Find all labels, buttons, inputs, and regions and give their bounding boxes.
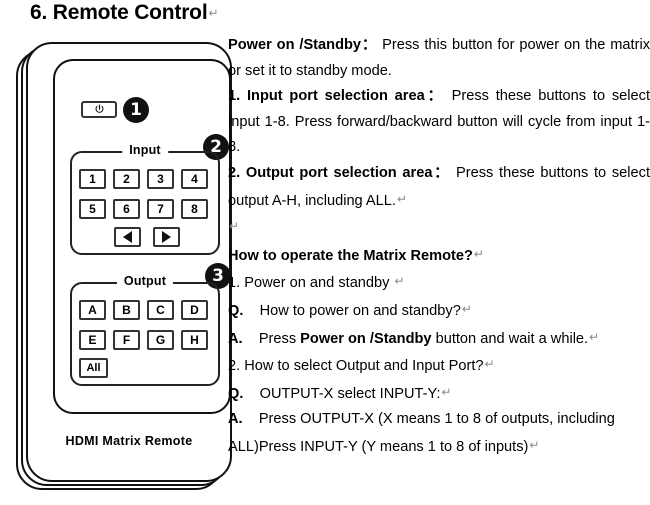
input-key-4[interactable]: 4 [181, 169, 208, 189]
paragraph-mark: ↵ [396, 191, 408, 206]
instruction-power-on: Power on /Standby： Press this button for… [228, 33, 650, 84]
paragraph-mark: ↵ [394, 274, 405, 289]
page-title: 6. Remote Control↵ [30, 1, 219, 25]
faq-2-answer: A. Press OUTPUT-X (X means 1 to 8 of out… [228, 407, 650, 460]
blank-paragraph: ↵ [228, 214, 650, 242]
faq-1-topic: 1. Power on and standby ↵ [228, 269, 650, 297]
paragraph-mark: ↵ [484, 357, 495, 372]
output-key-row-2: E F G H [79, 330, 208, 350]
faq-1-answer-pre: Press [258, 330, 301, 347]
output-key-h[interactable]: H [181, 330, 208, 350]
power-standby-button[interactable] [81, 101, 117, 118]
faq-1-answer-post: button and wait a while. [431, 330, 589, 347]
output-key-all[interactable]: All [79, 358, 108, 378]
faq-1-question-text: How to power on and standby? [259, 302, 461, 319]
forward-button[interactable] [153, 227, 180, 247]
output-key-row-1: A B C D [79, 300, 208, 320]
instruction-input-area-label: 1. Input port selection area： [228, 88, 445, 105]
backward-button[interactable] [114, 227, 141, 247]
input-key-3[interactable]: 3 [147, 169, 174, 189]
output-key-row-3: All [79, 358, 108, 378]
input-arrow-row [114, 227, 180, 247]
output-key-d[interactable]: D [181, 300, 208, 320]
paragraph-mark: ↵ [461, 301, 472, 316]
input-key-row-1: 1 2 3 4 [79, 169, 208, 189]
faq-2-question-text: OUTPUT-X select INPUT-Y: [259, 385, 441, 402]
paragraph-mark: ↵ [589, 329, 600, 344]
input-key-5[interactable]: 5 [79, 199, 106, 219]
remote-shell-inner: 1 2 3 Input 1 2 3 4 5 6 7 8 Output A B C… [26, 42, 232, 482]
faq-1-answer-label: A. [228, 330, 243, 347]
instruction-output-area: 2. Output port selection area： Press the… [228, 161, 650, 214]
output-port-selection-area: Output A B C D E F G H All [70, 274, 220, 386]
output-key-a[interactable]: A [79, 300, 106, 320]
power-icon [95, 104, 103, 113]
paragraph-mark: ↵ [441, 384, 452, 399]
faq-1-answer-emphasis: Power on /Standby [300, 330, 432, 347]
paragraph-mark: ↵ [229, 219, 240, 234]
faq-2-answer-text: Press OUTPUT-X (X means 1 to 8 of output… [228, 411, 615, 455]
input-key-6[interactable]: 6 [113, 199, 140, 219]
paragraph-mark: ↵ [473, 246, 484, 261]
remote-control-illustration: 1 2 3 Input 1 2 3 4 5 6 7 8 Output A B C… [16, 42, 232, 497]
instructions-panel: Power on /Standby： Press this button for… [228, 33, 650, 461]
paragraph-mark: ↵ [208, 6, 219, 20]
instruction-output-area-label: 2. Output port selection area： [228, 164, 451, 181]
paragraph-mark: ↵ [529, 437, 540, 452]
faq-2-question-label: Q. [228, 385, 244, 402]
forward-arrow-icon [162, 231, 171, 243]
faq-2-answer-label: A. [228, 411, 243, 428]
instruction-power-on-label: Power on /Standby： [228, 37, 378, 53]
output-key-g[interactable]: G [147, 330, 174, 350]
faq-2-question: Q. OUTPUT-X select INPUT-Y:↵ [228, 380, 650, 408]
input-key-8[interactable]: 8 [181, 199, 208, 219]
input-key-1[interactable]: 1 [79, 169, 106, 189]
backward-arrow-icon [123, 231, 132, 243]
faq-1-question: Q. How to power on and standby?↵ [228, 297, 650, 325]
faq-heading-text: How to operate the Matrix Remote? [228, 247, 473, 264]
faq-1-topic-text: 1. Power on and standby [228, 275, 394, 292]
remote-key-face: 1 2 3 Input 1 2 3 4 5 6 7 8 Output A B C… [53, 59, 231, 414]
faq-1-question-label: Q. [228, 302, 244, 319]
faq-1-answer: A. Press Power on /Standby button and wa… [228, 325, 650, 353]
remote-brand-label: HDMI Matrix Remote [65, 434, 193, 448]
input-key-2[interactable]: 2 [113, 169, 140, 189]
faq-2-topic-text: 2. How to select Output and Input Port? [228, 358, 484, 375]
instruction-input-area: 1. Input port selection area： Press thes… [228, 84, 650, 161]
faq-2-topic: 2. How to select Output and Input Port?↵ [228, 352, 650, 380]
callout-badge-1: 1 [123, 97, 149, 123]
input-key-row-2: 5 6 7 8 [79, 199, 208, 219]
input-key-7[interactable]: 7 [147, 199, 174, 219]
input-port-selection-area: Input 1 2 3 4 5 6 7 8 [70, 143, 220, 255]
output-key-b[interactable]: B [113, 300, 140, 320]
output-key-c[interactable]: C [147, 300, 174, 320]
output-group-legend: Output [116, 274, 174, 288]
output-key-f[interactable]: F [113, 330, 140, 350]
page-title-text: 6. Remote Control [30, 1, 208, 24]
output-key-e[interactable]: E [79, 330, 106, 350]
input-group-legend: Input [122, 143, 168, 157]
faq-heading: How to operate the Matrix Remote?↵ [228, 242, 650, 270]
